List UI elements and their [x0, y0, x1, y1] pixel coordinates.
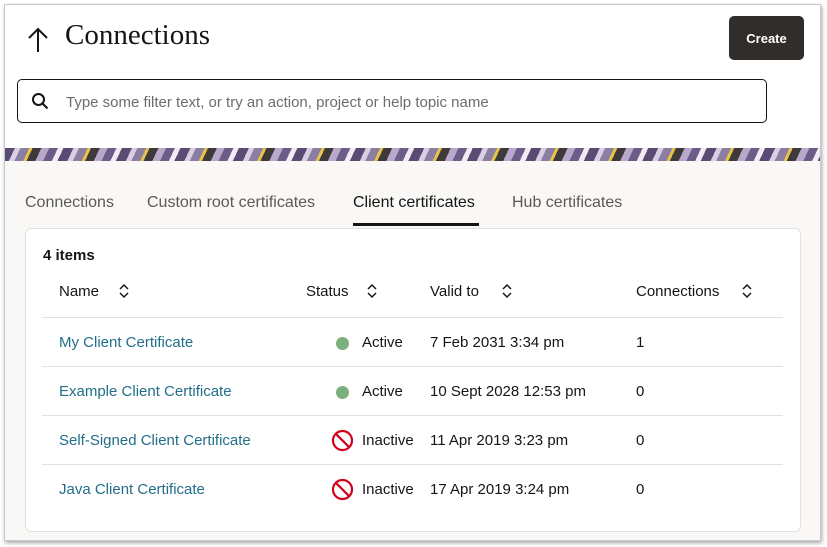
tab-custom-root-certificates[interactable]: Custom root certificates — [147, 194, 315, 212]
valid-to-cell: 17 Apr 2019 3:24 pm — [430, 481, 570, 498]
app-window: Connections Create Connections Custom ro… — [4, 4, 821, 541]
sort-icon[interactable] — [741, 282, 753, 300]
search-icon — [32, 93, 49, 110]
status-text: Inactive — [362, 481, 414, 498]
status-text: Active — [362, 383, 403, 400]
valid-to-cell: 10 Sept 2028 12:53 pm — [430, 383, 586, 400]
inactive-status-icon — [331, 478, 354, 501]
status-text: Active — [362, 334, 403, 351]
page-title: Connections — [65, 19, 210, 51]
certificate-name-link[interactable]: Self-Signed Client Certificate — [59, 432, 251, 449]
certificate-name-link[interactable]: Example Client Certificate — [59, 383, 232, 400]
certificates-panel: 4 items Name Status Valid to Connections — [25, 228, 801, 532]
column-header-connections[interactable]: Connections — [636, 283, 719, 300]
valid-to-cell: 7 Feb 2031 3:34 pm — [430, 334, 565, 351]
sort-icon[interactable] — [366, 282, 378, 300]
main-content: Connections Custom root certificates Cli… — [5, 161, 820, 540]
certificate-name-link[interactable]: Java Client Certificate — [59, 481, 205, 498]
column-header-valid-to[interactable]: Valid to — [430, 283, 479, 300]
valid-to-cell: 11 Apr 2019 3:23 pm — [430, 432, 569, 449]
create-button[interactable]: Create — [729, 16, 804, 60]
item-count: 4 items — [43, 247, 95, 264]
sort-icon[interactable] — [118, 282, 130, 300]
column-header-status[interactable]: Status — [306, 283, 349, 300]
page-header: Connections Create — [5, 5, 820, 150]
active-status-icon — [336, 337, 349, 350]
decorative-banner — [5, 148, 820, 161]
active-tab-indicator — [353, 223, 479, 226]
tab-client-certificates[interactable]: Client certificates — [353, 194, 475, 212]
certificate-name-link[interactable]: My Client Certificate — [59, 334, 193, 351]
arrow-up-icon[interactable] — [26, 25, 50, 55]
inactive-status-icon — [331, 429, 354, 452]
tab-connections[interactable]: Connections — [25, 194, 114, 212]
sort-icon[interactable] — [501, 282, 513, 300]
column-header-name[interactable]: Name — [59, 283, 99, 300]
tab-hub-certificates[interactable]: Hub certificates — [512, 194, 622, 212]
search-box[interactable] — [17, 79, 767, 123]
tab-bar: Connections Custom root certificates Cli… — [5, 161, 820, 227]
status-text: Inactive — [362, 432, 414, 449]
search-input[interactable] — [64, 90, 748, 114]
connections-cell: 0 — [636, 383, 645, 400]
table-row: Example Client Certificate Active 10 Sep… — [42, 366, 783, 416]
connections-cell: 1 — [636, 334, 645, 351]
table-row: Java Client Certificate Inactive 17 Apr … — [42, 464, 783, 514]
table-row: My Client Certificate Active 7 Feb 2031 … — [42, 317, 783, 367]
table-row: Self-Signed Client Certificate Inactive … — [42, 415, 783, 465]
connections-cell: 0 — [636, 432, 645, 449]
active-status-icon — [336, 386, 349, 399]
connections-cell: 0 — [636, 481, 645, 498]
